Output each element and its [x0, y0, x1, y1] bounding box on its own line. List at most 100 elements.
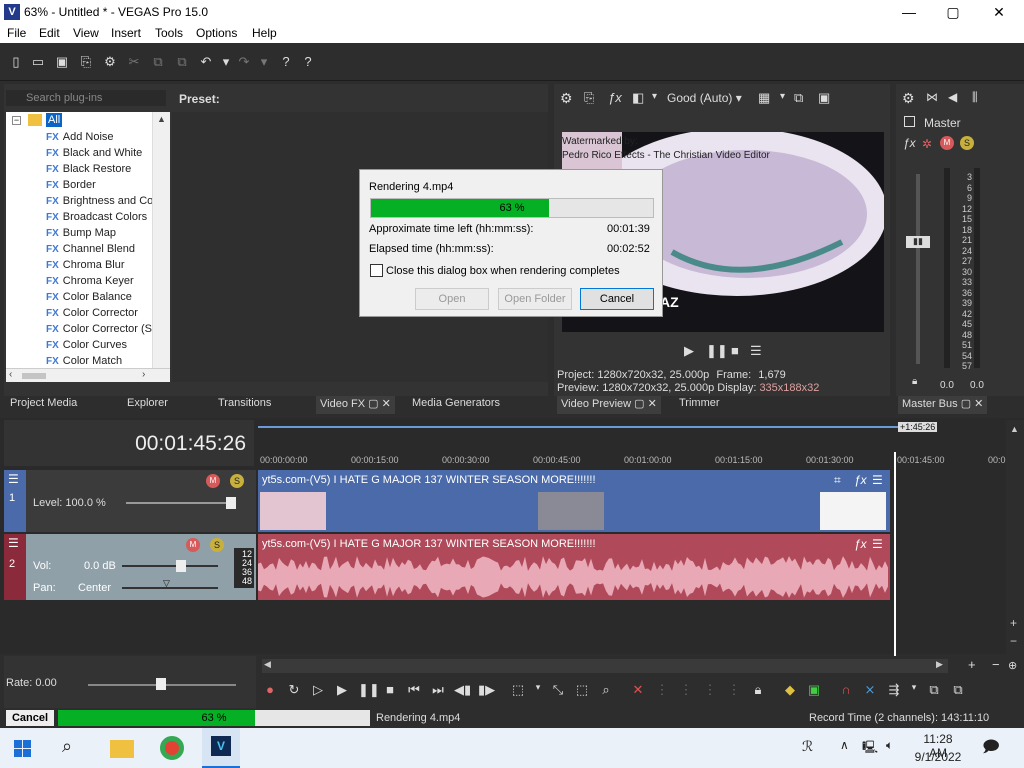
trim-end-icon[interactable]: ⋮	[702, 682, 718, 698]
new-file-icon[interactable]: ▯	[8, 54, 24, 70]
plugin-item[interactable]: FX Black Restore	[46, 161, 131, 177]
scrollbar-thumb[interactable]	[22, 373, 46, 379]
track1-solo-icon[interactable]: S	[230, 474, 244, 488]
time-ruler[interactable]: 00:00:00:00 00:00:15:00 00:00:30:00 00:00:4…	[258, 452, 1020, 468]
pause-icon[interactable]: ❚❚	[706, 343, 728, 359]
audio-clip[interactable]: yt5s.com-(V5) I HATE G MAJOR 137 WINTER …	[258, 534, 890, 600]
plugin-item[interactable]: FX Chroma Keyer	[46, 273, 134, 289]
scroll-right-icon[interactable]: ›	[142, 369, 145, 380]
snapping-icon[interactable]: ∩	[838, 682, 854, 697]
menu-edit[interactable]: Edit	[39, 26, 60, 40]
taskbar-search-icon[interactable]: ⌕	[62, 736, 72, 757]
preview-quality-dropdown[interactable]: Good (Auto) ▾	[667, 91, 742, 105]
show-hidden-icons[interactable]: ∧	[840, 738, 849, 752]
solo-icon[interactable]: S	[960, 136, 974, 150]
split-icon[interactable]: ⋮	[726, 682, 742, 698]
transport-play-icon[interactable]: ▶	[334, 682, 350, 698]
close-on-complete-label[interactable]: Close this dialog box when rendering com…	[386, 265, 620, 277]
playhead-cursor[interactable]	[894, 452, 896, 656]
menu-view[interactable]: View	[73, 26, 99, 40]
notifications-icon[interactable]: 🗩︎	[982, 736, 1000, 763]
open-folder-icon[interactable]: ▭	[30, 54, 46, 70]
edit-tool-dropdown-icon[interactable]: ▾	[530, 682, 546, 693]
overlays-dropdown-icon[interactable]: ▾	[780, 91, 785, 102]
track1-level-handle[interactable]	[226, 497, 236, 509]
plugin-item[interactable]: FX Add Noise	[46, 129, 114, 145]
loop-playback-icon[interactable]: ↻	[286, 682, 302, 698]
preview-settings-gear-icon[interactable]: ⚙	[560, 90, 573, 107]
menu-file[interactable]: File	[7, 26, 26, 40]
tree-collapse-icon[interactable]: −	[12, 116, 21, 125]
mute-speaker-icon[interactable]: ◀	[948, 90, 957, 104]
plugin-item[interactable]: FX Broadcast Colors	[46, 209, 147, 225]
lock-envelopes-icon[interactable]: 🔒︎	[750, 682, 766, 698]
mixer-icon[interactable]: ⫼	[972, 90, 978, 105]
tab-video-preview[interactable]: Video Preview ▢ ✕	[557, 396, 661, 414]
track2-solo-icon[interactable]: S	[210, 538, 224, 552]
plugin-item[interactable]: FX Brightness and Co	[46, 193, 153, 209]
master-checkbox[interactable]	[904, 116, 915, 127]
master-fader-track[interactable]	[916, 174, 920, 364]
redo-icon[interactable]: ↷	[236, 54, 252, 70]
volume-icon[interactable]: 🔈︎	[886, 738, 893, 753]
audio-track-header[interactable]: ☰ 2 M S Vol: 0.0 dB Pan: Center ▽ 12 24 36…	[4, 534, 256, 600]
video-clip[interactable]: yt5s.com-(V5) I HATE G MAJOR 137 WINTER …	[258, 470, 890, 532]
plugin-item[interactable]: FX Color Match	[46, 353, 122, 369]
render-as-icon[interactable]: ⎘	[78, 54, 94, 70]
loop-region-bar[interactable]	[258, 426, 898, 428]
render-icon[interactable]: ⧉	[950, 682, 966, 698]
help-icon[interactable]: ?	[300, 54, 316, 70]
overlays-grid-icon[interactable]: ▦	[758, 90, 770, 106]
close-button[interactable]: ✕	[984, 2, 1014, 22]
record-icon[interactable]: ●	[262, 682, 278, 697]
timeline-vertical-scrollbar[interactable]: ▲ + −	[1006, 420, 1024, 656]
open-button[interactable]: Open	[415, 288, 489, 310]
save-icon[interactable]: ▣	[54, 54, 70, 70]
track2-vol-handle[interactable]	[176, 560, 186, 572]
tab-master-bus[interactable]: Master Bus ▢ ✕	[898, 396, 988, 414]
transport-stop-icon[interactable]: ■	[382, 682, 398, 697]
chrome-icon[interactable]	[160, 736, 184, 760]
vertical-zoom-out-icon[interactable]: −	[1010, 634, 1017, 648]
tab-video-fx[interactable]: Video FX ▢ ✕	[316, 396, 395, 414]
close-on-complete-checkbox[interactable]	[370, 264, 383, 277]
rate-handle[interactable]	[156, 678, 166, 690]
zoom-in-icon[interactable]: +	[968, 657, 976, 672]
properties-gear-icon[interactable]: ⚙	[102, 54, 118, 70]
plugin-tree[interactable]: − All FX Add Noise FX Black and White FX Blac…	[6, 112, 170, 382]
trim-start-icon[interactable]: ⋮	[678, 682, 694, 698]
track1-mute-icon[interactable]: M	[206, 474, 220, 488]
minimize-button[interactable]: —	[894, 2, 924, 22]
delete-icon[interactable]: ✕	[630, 682, 646, 698]
envelope-tool-icon[interactable]: ⤡	[550, 682, 566, 698]
tab-media-generators[interactable]: Media Generators	[412, 397, 500, 409]
undo-icon[interactable]: ↶	[198, 54, 214, 70]
maximize-button[interactable]: ▢	[938, 2, 968, 22]
crop-icon[interactable]: ⌗	[834, 473, 841, 488]
preview-menu-icon[interactable]: ☰	[750, 343, 762, 359]
scroll-up-arrow-icon[interactable]: ▲	[1010, 424, 1019, 434]
file-explorer-icon[interactable]	[110, 740, 134, 758]
plugin-item[interactable]: FX Black and White	[46, 145, 142, 161]
mute-icon[interactable]: M	[940, 136, 954, 150]
audio-clip-fx-icon[interactable]: ƒx	[854, 537, 867, 551]
tab-explorer[interactable]: Explorer	[127, 397, 168, 409]
previous-frame-icon[interactable]: ◀▮	[454, 682, 471, 698]
video-output-fx-icon[interactable]: ƒx	[608, 90, 622, 105]
ripple-dropdown-icon[interactable]: ▾	[906, 682, 922, 693]
auto-crossfade-icon[interactable]: ⨯	[862, 682, 878, 698]
plugin-item[interactable]: FX Chroma Blur	[46, 257, 125, 273]
split-dropdown-icon[interactable]: ▾	[652, 91, 657, 102]
plugin-item[interactable]: FX Channel Blend	[46, 241, 135, 257]
video-track-header[interactable]: ☰ 1 M S Level: 100.0 %	[4, 470, 256, 532]
transport-pause-icon[interactable]: ❚❚	[358, 682, 380, 698]
post-edit-icon[interactable]: ⧉	[926, 682, 942, 698]
track2-menu-icon[interactable]: ☰	[8, 536, 19, 550]
split-screen-icon[interactable]: ◧	[632, 90, 644, 106]
track-menu-icon[interactable]: ☰	[8, 472, 19, 486]
zoom-out-icon[interactable]: −	[992, 657, 1000, 672]
selection-tool-icon[interactable]: ⬚	[574, 682, 590, 698]
insert-region-icon[interactable]: ▣	[806, 682, 822, 698]
clip-menu-icon[interactable]: ☰	[872, 473, 883, 487]
downmix-icon[interactable]: ⋈	[926, 90, 938, 104]
